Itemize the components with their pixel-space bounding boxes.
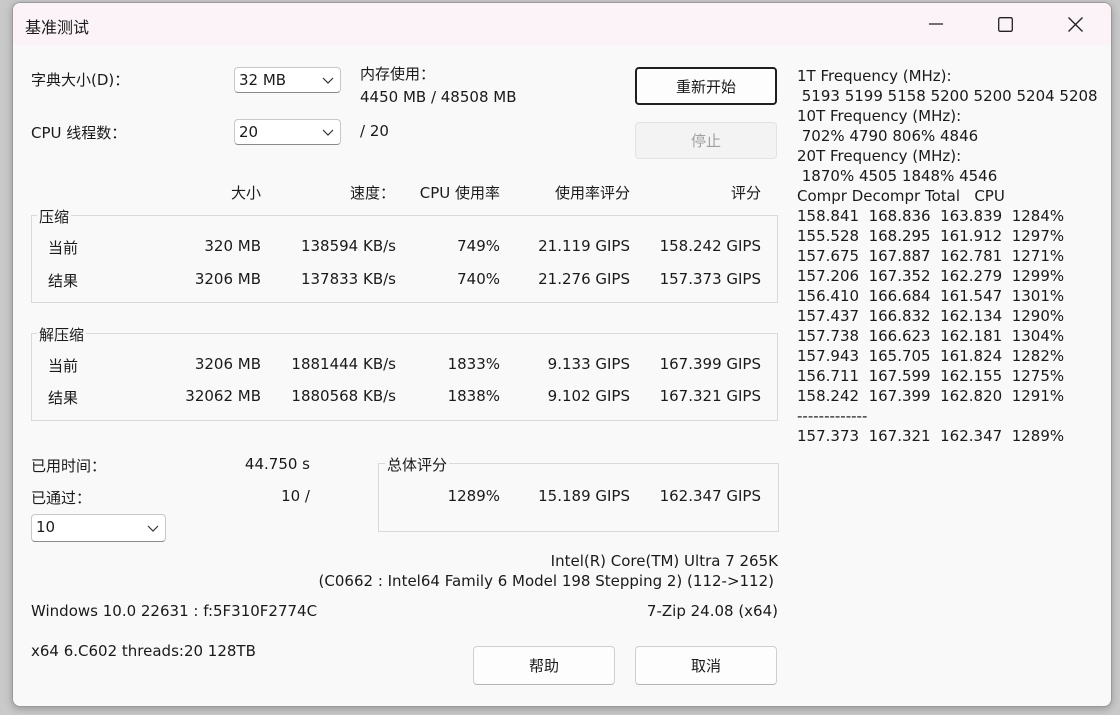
decompress-current-usage: 9.133 GIPS (547, 355, 630, 373)
close-icon (1067, 16, 1083, 32)
compress-current-label: 当前 (48, 239, 79, 257)
passes-select-value: 10 (36, 518, 56, 536)
compress-result-size: 3206 MB (194, 270, 261, 288)
compress-result-speed: 137833 KB/s (300, 270, 396, 288)
decompress-current-label: 当前 (48, 357, 79, 375)
freq-log-line: 157.675 167.887 162.781 1271% (797, 247, 1065, 265)
freq-log-line: 1870% 4505 1848% 4546 (797, 167, 998, 185)
header-speed: 速度： (349, 184, 395, 202)
freq-log-line: 157.373 167.321 162.347 1289% (797, 427, 1065, 445)
decompress-current-rating: 167.399 GIPS (659, 355, 761, 373)
stop-button-label: 停止 (690, 132, 721, 150)
freq-log-line: 157.943 165.705 161.824 1282% (797, 347, 1065, 365)
freq-log-line: ------------- (797, 407, 868, 425)
memory-usage-label: 内存使用： (360, 65, 436, 83)
freq-log-line: 702% 4790 806% 4846 (797, 127, 979, 145)
threads-select[interactable]: 20 (234, 119, 341, 145)
freq-log-line: 157.738 166.623 162.181 1304% (797, 327, 1065, 345)
total-usage: 15.189 GIPS (538, 487, 630, 505)
compress-current-cpu: 749% (457, 237, 500, 255)
cpu-detail: (C0662 : Intel64 Family 6 Model 198 Step… (318, 572, 774, 590)
decompress-result-usage: 9.102 GIPS (547, 387, 630, 405)
os-info: Windows 10.0 22631 : f:5F310F2774C (31, 602, 318, 620)
decompress-result-speed: 1880568 KB/s (291, 387, 396, 405)
total-rating-label: 总体评分 (385, 454, 450, 475)
compress-current-rating: 158.242 GIPS (659, 237, 761, 255)
restart-button-label: 重新开始 (675, 77, 736, 96)
compress-result-usage: 21.276 GIPS (538, 270, 630, 288)
passes-select[interactable]: 10 (31, 514, 166, 542)
app-version: 7-Zip 24.08 (x64) (646, 602, 778, 620)
freq-log-line: 155.528 168.295 161.912 1297% (797, 227, 1065, 245)
compress-result-label: 结果 (48, 272, 79, 290)
title-bar: 基准测试 (13, 3, 1111, 45)
freq-log-line: 158.242 167.399 162.820 1291% (797, 387, 1065, 405)
memory-usage-value: 4450 MB / 48508 MB (360, 88, 517, 106)
total-rating: 162.347 GIPS (659, 487, 761, 505)
decompress-result-rating: 167.321 GIPS (659, 387, 761, 405)
compress-result-rating: 157.373 GIPS (659, 270, 761, 288)
freq-log-line: 156.410 166.684 161.547 1301% (797, 287, 1065, 305)
restart-button[interactable]: 重新开始 (635, 67, 777, 105)
compress-group (31, 215, 778, 303)
freq-log-line: 158.841 168.836 163.839 1284% (797, 207, 1065, 225)
freq-log-line: Compr Decompr Total CPU (797, 187, 1005, 205)
decompress-result-size: 32062 MB (185, 387, 261, 405)
decompress-result-cpu: 1838% (447, 387, 500, 405)
chevron-down-icon (322, 129, 334, 136)
passes-label: 已通过： (31, 489, 92, 507)
total-cpu: 1289% (447, 487, 500, 505)
compress-current-usage: 21.119 GIPS (538, 237, 630, 255)
maximize-icon (997, 16, 1013, 32)
decompress-current-speed: 1881444 KB/s (291, 355, 396, 373)
minimize-icon (929, 23, 943, 25)
freq-log-line: 20T Frequency (MHz): (797, 147, 962, 165)
decompress-group-label: 解压缩 (37, 324, 87, 345)
freq-log-line: 5193 5199 5158 5200 5200 5204 5208 (797, 87, 1098, 105)
minimize-button[interactable] (913, 5, 959, 43)
cpu-name: Intel(R) Core(TM) Ultra 7 265K (550, 552, 778, 570)
stop-button[interactable]: 停止 (635, 122, 777, 159)
threads-label: CPU 线程数： (31, 124, 127, 142)
help-button[interactable]: 帮助 (473, 646, 615, 685)
freq-log-line: 157.206 167.352 162.279 1299% (797, 267, 1065, 285)
elapsed-time-label: 已用时间： (31, 457, 107, 475)
compress-result-cpu: 740% (457, 270, 500, 288)
threads-value: 20 (239, 123, 259, 141)
cancel-button-label: 取消 (690, 657, 721, 675)
compress-group-label: 压缩 (37, 206, 72, 227)
maximize-button[interactable] (982, 5, 1028, 43)
compress-current-speed: 138594 KB/s (300, 237, 396, 255)
passes-value: 10 / (281, 487, 310, 505)
decompress-current-size: 3206 MB (194, 355, 261, 373)
chevron-down-icon (322, 77, 334, 84)
freq-log-line: 156.711 167.599 162.155 1275% (797, 367, 1065, 385)
compress-current-size: 320 MB (204, 237, 261, 255)
elapsed-time-value: 44.750 s (244, 455, 310, 473)
dict-size-select[interactable]: 32 MB (234, 67, 341, 93)
freq-log-line: 10T Frequency (MHz): (797, 107, 962, 125)
header-rating: 评分 (730, 184, 761, 202)
decompress-current-cpu: 1833% (447, 355, 500, 373)
threads-total: / 20 (360, 122, 389, 140)
freq-log-line: 1T Frequency (MHz): (797, 67, 952, 85)
benchmark-window: 基准测试 字典大小(D)： 32 MB CPU 线程数： 20 / 20 内存使… (12, 2, 1112, 707)
decompress-result-label: 结果 (48, 389, 79, 407)
dict-size-value: 32 MB (239, 71, 287, 89)
freq-log-line: 157.437 166.832 162.134 1290% (797, 307, 1065, 325)
close-button[interactable] (1052, 5, 1098, 43)
decompress-group (31, 333, 778, 421)
dict-size-label: 字典大小(D)： (31, 71, 130, 89)
header-cpu-usage: CPU 使用率 (419, 184, 500, 202)
cancel-button[interactable]: 取消 (635, 646, 777, 685)
header-usage-rating: 使用率评分 (554, 184, 630, 202)
help-button-label: 帮助 (528, 657, 559, 675)
header-size: 大小 (230, 184, 261, 202)
window-title: 基准测试 (25, 18, 90, 37)
chevron-down-icon (147, 525, 159, 532)
arch-info: x64 6.C602 threads:20 128TB (31, 642, 256, 660)
